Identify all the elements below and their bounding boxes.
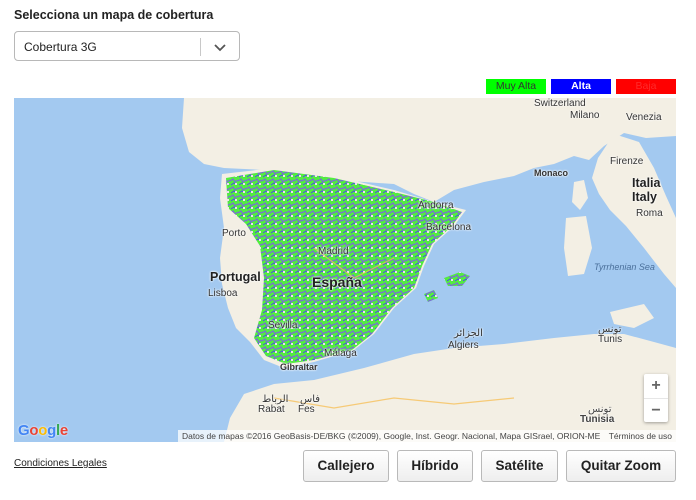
satelite-button[interactable]: Satélite	[481, 450, 558, 482]
callejero-button[interactable]: Callejero	[303, 450, 389, 482]
quitar-zoom-button[interactable]: Quitar Zoom	[566, 450, 676, 482]
coverage-map-select[interactable]: Cobertura 3G	[14, 31, 240, 61]
map-label-barcelona: Barcelona	[426, 222, 472, 233]
map-label-firenze: Firenze	[610, 156, 644, 167]
map-label-portugal: Portugal	[210, 270, 261, 284]
map-attribution: Datos de mapas ©2016 GeoBasis-DE/BKG (©2…	[177, 430, 676, 442]
page-heading: Selecciona un mapa de cobertura	[14, 8, 214, 22]
legend-alta: Alta	[551, 79, 611, 94]
legend-baja: Baja	[616, 79, 676, 94]
map-tiles	[182, 98, 676, 442]
map-label-tyrrhenian-sea: Tyrrhenian Sea	[594, 262, 655, 272]
map-label-algiers-ar: الجزائر	[454, 328, 483, 339]
google-logo-letter: G	[18, 422, 30, 439]
google-logo-letter: g	[47, 422, 56, 439]
map-label-madrid: Madrid	[318, 246, 349, 257]
map-label-fes: Fes	[298, 404, 315, 415]
map-label-rabat: Rabat	[258, 404, 285, 415]
map-label-tunisia: Tunisia	[580, 414, 615, 425]
map-label-italia: Italia	[632, 176, 661, 190]
coverage-map[interactable]: Switzerland Milano Venezia Firenze Itali…	[14, 98, 676, 442]
attribution-text: Datos de mapas ©2016 GeoBasis-DE/BKG (©2…	[181, 431, 601, 441]
zoom-in-button[interactable]: +	[644, 374, 668, 398]
map-label-sevilla: Sevilla	[268, 320, 298, 331]
legal-conditions-link[interactable]: Condiciones Legales	[14, 458, 107, 469]
google-logo-letter: e	[59, 422, 68, 439]
select-divider	[200, 38, 201, 56]
google-logo-letter: o	[29, 422, 39, 439]
map-label-monaco: Monaco	[534, 168, 569, 178]
map-label-lisboa: Lisboa	[208, 288, 238, 299]
chevron-down-icon	[214, 44, 226, 52]
map-label-algiers: Algiers	[448, 340, 479, 351]
zoom-control: + −	[644, 374, 668, 422]
zoom-out-button[interactable]: −	[644, 398, 668, 422]
map-label-italy: Italy	[632, 190, 658, 204]
map-label-andorra: Andorra	[418, 200, 454, 211]
legend-muy-alta: Muy Alta	[486, 79, 546, 94]
map-label-venezia: Venezia	[626, 112, 662, 123]
map-label-gibraltar: Gibraltar	[280, 362, 318, 372]
hibrido-button[interactable]: Híbrido	[397, 450, 473, 482]
map-label-malaga: Málaga	[324, 348, 357, 359]
map-label-roma: Roma	[636, 208, 663, 219]
google-logo[interactable]: Google	[18, 422, 68, 439]
map-label-milano: Milano	[570, 110, 600, 121]
map-label-tunis: Tunis	[598, 334, 623, 345]
google-logo-letter: o	[38, 422, 48, 439]
coverage-select-value: Cobertura 3G	[24, 40, 97, 54]
map-label-porto: Porto	[222, 228, 246, 239]
map-label-switzerland: Switzerland	[534, 98, 586, 109]
terms-of-use-link[interactable]: Términos de uso	[609, 431, 672, 441]
map-label-espana: España	[312, 274, 362, 290]
